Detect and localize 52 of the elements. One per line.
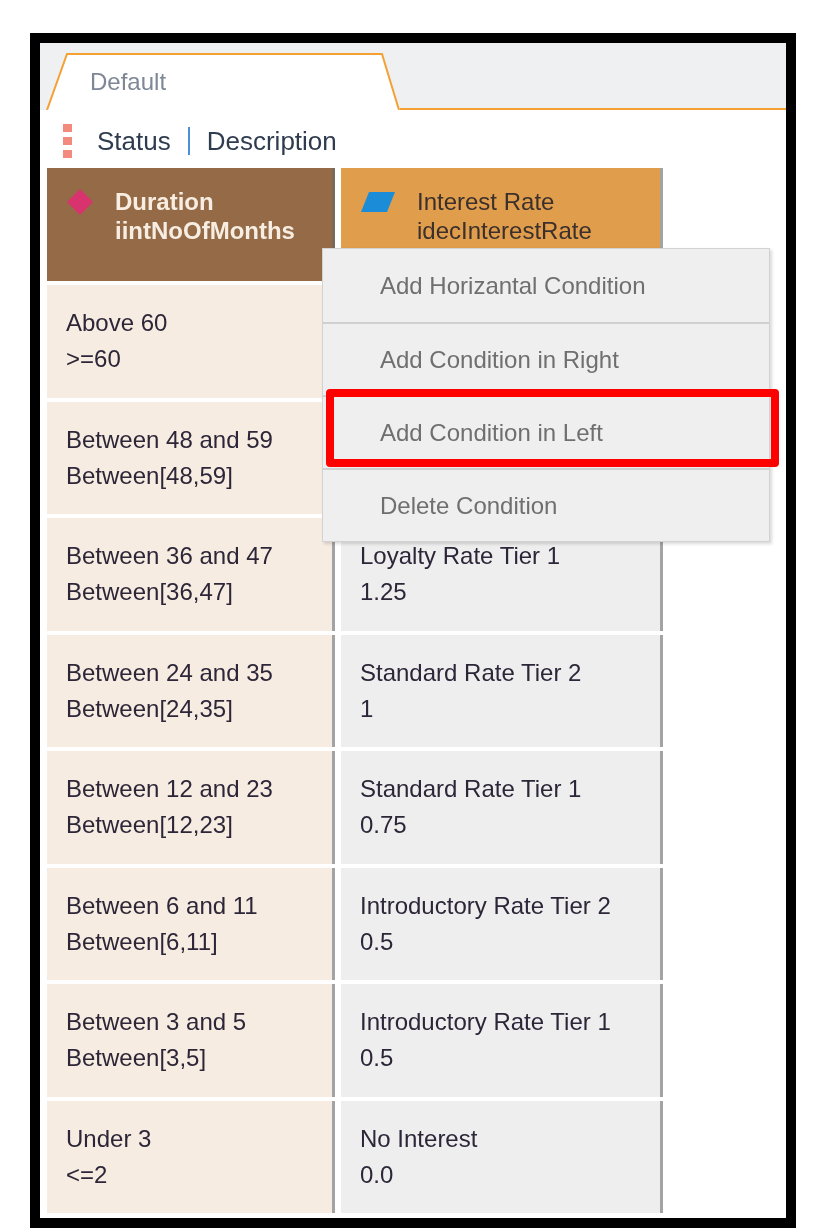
cell-value: 0.5	[360, 926, 395, 957]
cell-label: Between 3 and 5	[66, 1007, 248, 1038]
cell-value: >=60	[66, 344, 122, 375]
cell-label: Between 6 and 11	[66, 890, 259, 921]
column-field: iintNoOfMonths	[115, 216, 295, 245]
table-cell[interactable]: Between 12 and 23 Between[12,23]	[47, 751, 335, 864]
cell-value: 0.5	[360, 1043, 395, 1074]
toolbar-link[interactable]: Status	[97, 121, 171, 161]
cell-label: Between 48 and 59	[66, 424, 274, 455]
cell-value: Between[3,5]	[66, 1043, 208, 1074]
column-title: Duration	[115, 187, 215, 216]
table-cell[interactable]: Between 24 and 35 Between[24,35]	[47, 634, 335, 747]
table-cell[interactable]: Under 3 <=2	[47, 1100, 335, 1213]
column-header[interactable]: Duration iintNoOfMonths	[47, 168, 335, 281]
cell-value: 1	[360, 693, 375, 724]
diamond-icon	[67, 189, 93, 215]
table-cell[interactable]: Introductory Rate Tier 1 0.5	[341, 984, 663, 1097]
cell-label: No Interest	[360, 1123, 479, 1154]
cell-value: 0.0	[360, 1159, 395, 1190]
cell-label: Above 60	[66, 308, 169, 339]
cell-label: Introductory Rate Tier 2	[360, 890, 612, 921]
cell-label: Standard Rate Tier 2	[360, 657, 583, 688]
cell-label: Between 24 and 35	[66, 657, 274, 688]
cell-label: Under 3	[66, 1123, 153, 1154]
cell-value: Between[6,11]	[66, 926, 219, 957]
table-cell[interactable]: Standard Rate Tier 2 1	[341, 634, 663, 747]
cell-value: Between[12,23]	[66, 810, 234, 841]
cell-label: Introductory Rate Tier 1	[360, 1007, 612, 1038]
cell-label: Loyalty Rate Tier 1	[360, 541, 562, 572]
cell-value: 0.75	[360, 810, 408, 841]
column-field: idecInterestRate	[417, 216, 592, 245]
cell-label: Between 12 and 23	[66, 774, 274, 805]
parallelogram-icon	[361, 192, 395, 212]
cell-value: 1.25	[360, 577, 408, 608]
table-cell[interactable]: Standard Rate Tier 1 0.75	[341, 751, 663, 864]
cell-value: Between[36,47]	[66, 577, 234, 608]
table-cell[interactable]: Between 3 and 5 Between[3,5]	[47, 984, 335, 1097]
drag-handle-icon[interactable]	[63, 123, 72, 159]
cell-value: Between[24,35]	[66, 693, 234, 724]
table-cell[interactable]: Between 36 and 47 Between[36,47]	[47, 518, 335, 631]
cell-label: Standard Rate Tier 1	[360, 774, 583, 805]
table-cell[interactable]: Introductory Rate Tier 2 0.5	[341, 867, 663, 980]
menu-item[interactable]: Add Condition in Left	[323, 395, 769, 468]
cell-value: <=2	[66, 1159, 109, 1190]
table-cell[interactable]: No Interest 0.0	[341, 1100, 663, 1213]
column-title: Interest Rate	[417, 187, 556, 216]
menu-item[interactable]: Add Condition in Right	[323, 322, 769, 395]
table-cell[interactable]: Between 6 and 11 Between[6,11]	[47, 867, 335, 980]
cell-value: Between[48,59]	[66, 460, 234, 491]
toolbar-link[interactable]: Description	[206, 121, 337, 161]
cell-label: Between 36 and 47	[66, 541, 274, 572]
menu-item[interactable]: Delete Condition	[323, 468, 769, 541]
